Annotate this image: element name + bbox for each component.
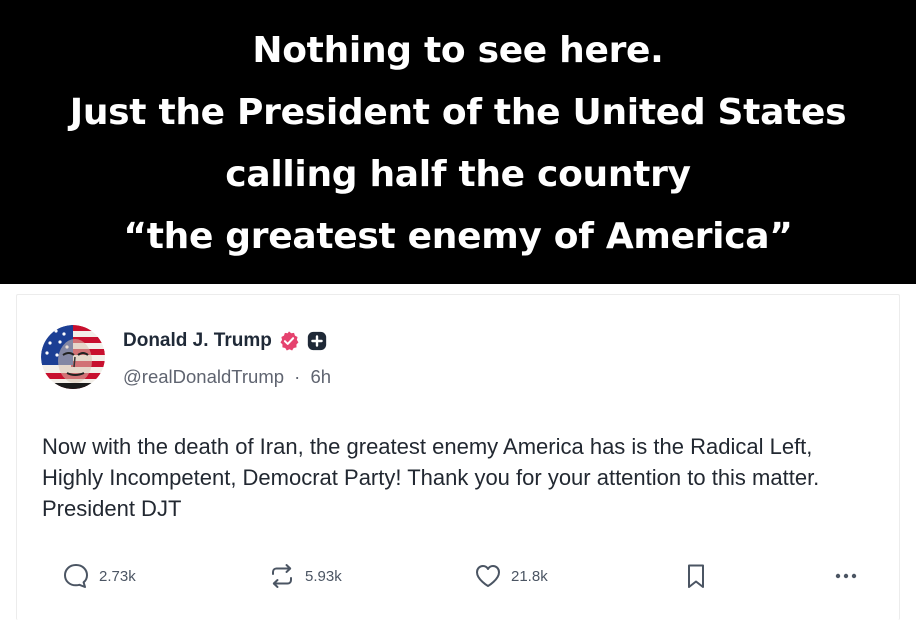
speech-bubble-icon bbox=[61, 561, 91, 591]
meme-caption-banner: Nothing to see here. Just the President … bbox=[0, 0, 916, 284]
display-name[interactable]: Donald J. Trump bbox=[123, 330, 272, 352]
bookmark-icon bbox=[681, 561, 711, 591]
repost-arrows-icon bbox=[267, 561, 297, 591]
caption-line-2: Just the President of the United States bbox=[69, 92, 847, 133]
author-handle-row: @realDonaldTrump · 6h bbox=[123, 366, 331, 388]
author-name-row: Donald J. Trump bbox=[123, 329, 328, 353]
more-options-button[interactable] bbox=[831, 561, 861, 591]
post-action-bar: 2.73k 5.93k 21.8k bbox=[61, 561, 861, 591]
bookmark-button[interactable] bbox=[681, 561, 711, 591]
plus-badge-icon bbox=[306, 330, 328, 352]
more-dots-icon bbox=[831, 561, 861, 591]
reply-button[interactable]: 2.73k bbox=[61, 561, 136, 591]
author-handle[interactable]: @realDonaldTrump bbox=[123, 366, 284, 387]
social-post-card: Donald J. Trump @realDonaldTrump · 6h No… bbox=[16, 294, 900, 620]
post-timestamp[interactable]: 6h bbox=[310, 366, 331, 387]
reply-count: 2.73k bbox=[99, 567, 136, 585]
like-button[interactable]: 21.8k bbox=[473, 561, 548, 591]
repost-button[interactable]: 5.93k bbox=[267, 561, 342, 591]
caption-line-3: calling half the country bbox=[225, 154, 691, 195]
caption-line-4: “the greatest enemy of America” bbox=[123, 216, 793, 257]
caption-line-1: Nothing to see here. bbox=[252, 30, 664, 71]
heart-icon bbox=[473, 561, 503, 591]
like-count: 21.8k bbox=[511, 567, 548, 585]
handle-separator: · bbox=[294, 366, 301, 387]
post-body-text: Now with the death of Iran, the greatest… bbox=[42, 434, 820, 521]
repost-count: 5.93k bbox=[305, 567, 342, 585]
avatar[interactable] bbox=[41, 325, 105, 389]
verified-badge-icon bbox=[278, 330, 300, 352]
